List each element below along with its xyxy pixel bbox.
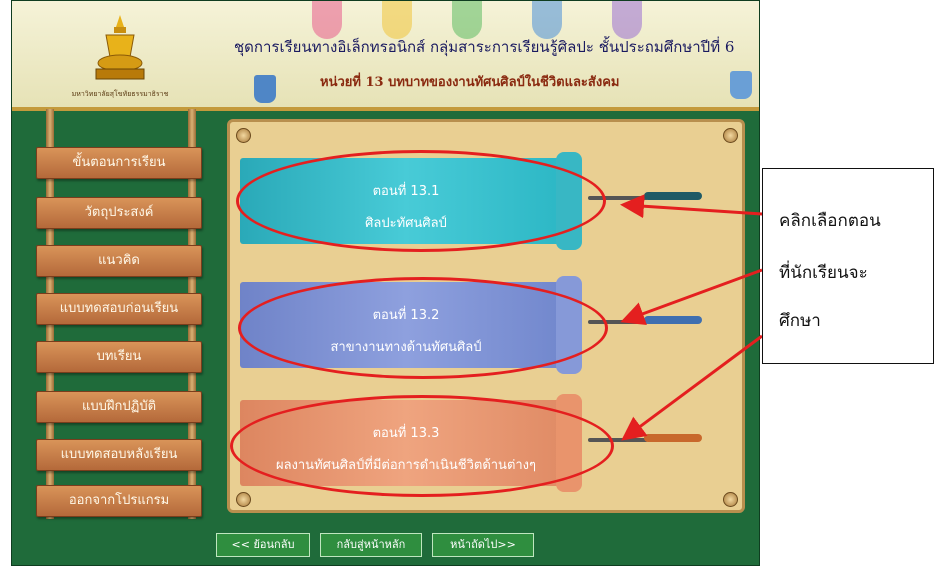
crown-emblem-icon [95, 15, 145, 80]
paint-roller-icon [556, 152, 582, 250]
menu-lessons[interactable]: บทเรียน [36, 341, 202, 373]
roller-grip [644, 434, 702, 442]
annotation-callout: คลิกเลือกตอน ที่นักเรียนจะ ศึกษา [762, 168, 934, 364]
lesson-title: สาขางานทางด้านทัศนศิลป์ [330, 340, 482, 355]
university-name: มหาวิทยาลัยสุโขทัยธรรมาธิราช [71, 90, 169, 98]
screw-icon [236, 492, 251, 507]
menu-objectives[interactable]: วัตถุประสงค์ [36, 197, 202, 229]
lesson-heading: ตอนที่ 13.1 [372, 184, 440, 199]
university-logo: มหาวิทยาลัยสุโขทัยธรรมาธิราช [40, 13, 200, 103]
paint-drip [612, 1, 642, 39]
home-button[interactable]: กลับสู่หน้าหลัก [320, 533, 422, 557]
callout-line: ศึกษา [779, 311, 821, 331]
lesson-card-13-1[interactable]: ตอนที่ 13.1 ศิลปะทัศนศิลป์ [240, 152, 702, 250]
roller-grip [644, 316, 702, 324]
lesson-heading: ตอนที่ 13.3 [372, 426, 440, 441]
paint-bucket-icon [730, 71, 752, 99]
menu-concepts[interactable]: แนวคิด [36, 245, 202, 277]
paint-drip [382, 1, 412, 39]
callout-line: คลิกเลือกตอน [779, 211, 881, 231]
back-button[interactable]: << ย้อนกลับ [216, 533, 310, 557]
lesson-board: ตอนที่ 13.1 ศิลปะทัศนศิลป์ ตอนที่ 13.2 ส… [227, 119, 745, 513]
paint-roller-icon [556, 276, 582, 374]
roller-handle [588, 320, 648, 324]
menu-pretest[interactable]: แบบทดสอบก่อนเรียน [36, 293, 202, 325]
course-title: ชุดการเรียนทางอิเล็กทรอนิกส์ กลุ่มสาระกา… [234, 38, 735, 56]
paint-drip [532, 1, 562, 39]
roller-handle [588, 196, 648, 200]
lesson-title: ผลงานทัศนศิลป์ที่มีต่อการดำเนินชีวิตด้าน… [275, 458, 537, 473]
paint-drip [312, 1, 342, 39]
next-button[interactable]: หน้าถัดไป>> [432, 533, 534, 557]
screw-icon [723, 128, 738, 143]
lesson-heading: ตอนที่ 13.2 [372, 308, 440, 323]
screw-icon [236, 128, 251, 143]
callout-line: ที่นักเรียนจะ [779, 263, 868, 283]
menu-posttest[interactable]: แบบทดสอบหลังเรียน [36, 439, 202, 471]
roller-grip [644, 192, 702, 200]
lesson-card-13-3[interactable]: ตอนที่ 13.3 ผลงานทัศนศิลป์ที่มีต่อการดำเ… [240, 394, 702, 492]
paint-bucket-icon [254, 75, 276, 103]
lesson-title: ศิลปะทัศนศิลป์ [365, 216, 447, 231]
lesson-card-13-2[interactable]: ตอนที่ 13.2 สาขางานทางด้านทัศนศิลป์ [240, 276, 702, 374]
unit-title: หน่วยที่ 13 บทบาทของงานทัศนศิลป์ในชีวิตแ… [320, 75, 620, 90]
menu-learning-steps[interactable]: ขั้นตอนการเรียน [36, 147, 202, 179]
menu-exit-program[interactable]: ออกจากโปรแกรม [36, 485, 202, 517]
roller-handle [588, 438, 648, 442]
header-banner: มหาวิทยาลัยสุโขทัยธรรมาธิราช ชุดการเรียน… [12, 1, 759, 111]
screw-icon [723, 492, 738, 507]
elearning-window: มหาวิทยาลัยสุโขทัยธรรมาธิราช ชุดการเรียน… [11, 0, 760, 566]
paint-roller-icon [556, 394, 582, 492]
menu-practice[interactable]: แบบฝึกปฏิบัติ [36, 391, 202, 423]
footer-nav: << ย้อนกลับ กลับสู่หน้าหลัก หน้าถัดไป>> [12, 523, 759, 565]
paint-drip [452, 1, 482, 39]
